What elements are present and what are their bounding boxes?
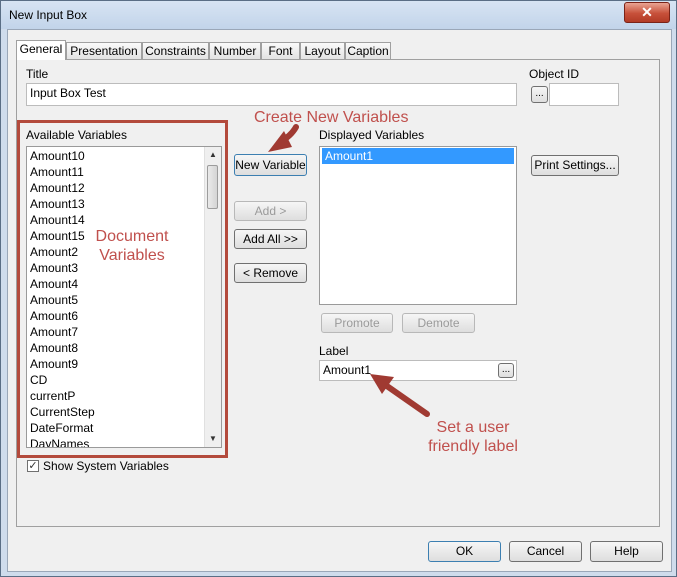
label-input[interactable]: Amount1 xyxy=(319,360,517,381)
ok-button[interactable]: OK xyxy=(428,541,501,562)
scroll-up-icon[interactable]: ▲ xyxy=(205,147,221,163)
displayed-variables-label: Displayed Variables xyxy=(319,128,425,142)
close-button[interactable]: ✕ xyxy=(624,2,670,23)
title-label: Title xyxy=(26,67,49,81)
available-variable-item[interactable]: DayNames xyxy=(27,436,221,447)
available-variables-label: Available Variables xyxy=(26,128,127,142)
available-variable-item[interactable]: Amount11 xyxy=(27,164,221,180)
show-system-variables-label: Show System Variables xyxy=(43,459,169,473)
title-bar[interactable]: New Input Box ✕ xyxy=(1,1,676,29)
close-icon: ✕ xyxy=(641,4,653,20)
new-variable-button[interactable]: New Variable xyxy=(234,154,307,176)
available-variable-item[interactable]: Amount6 xyxy=(27,308,221,324)
available-variables-list[interactable]: Amount10 Amount11 Amount12 Amount13 Amount14… xyxy=(26,146,222,448)
demote-button[interactable]: Demote xyxy=(402,313,475,333)
window-title: New Input Box xyxy=(9,8,88,22)
label-caption: Label xyxy=(319,344,349,358)
object-id-label: Object ID xyxy=(529,67,580,81)
tab-layout[interactable]: Layout xyxy=(300,42,345,59)
remove-button[interactable]: < Remove xyxy=(234,263,307,283)
promote-button[interactable]: Promote xyxy=(321,313,393,333)
tab-presentation[interactable]: Presentation xyxy=(66,42,142,59)
available-variable-item[interactable]: Amount8 xyxy=(27,340,221,356)
available-variable-item[interactable]: CD xyxy=(27,372,221,388)
available-variable-item[interactable]: CurrentStep xyxy=(27,404,221,420)
available-list-scrollbar[interactable]: ▲ ▼ xyxy=(204,147,221,447)
general-tab-panel: Title Input Box Test Object ID ... Avail… xyxy=(16,59,660,527)
displayed-variable-item[interactable]: Amount1 xyxy=(322,148,514,164)
show-system-variables-checkbox[interactable]: ✓ xyxy=(27,460,39,472)
add-all-button[interactable]: Add All >> xyxy=(234,229,307,249)
print-settings-button[interactable]: Print Settings... xyxy=(531,155,619,176)
tab-caption[interactable]: Caption xyxy=(345,42,391,59)
available-variable-item[interactable]: currentP xyxy=(27,388,221,404)
title-input[interactable]: Input Box Test xyxy=(26,83,517,106)
scroll-down-icon[interactable]: ▼ xyxy=(205,431,221,447)
displayed-variables-list[interactable]: Amount1 xyxy=(319,146,517,305)
create-new-variables-annotation: Create New Variables xyxy=(254,109,409,126)
available-variable-item[interactable]: DateFormat xyxy=(27,420,221,436)
available-variable-item[interactable]: Amount13 xyxy=(27,196,221,212)
object-id-input[interactable] xyxy=(549,83,619,106)
document-variables-annotation: Document Variables xyxy=(95,228,169,264)
dialog-window: New Input Box ✕ General Presentation Con… xyxy=(0,0,677,577)
add-button[interactable]: Add > xyxy=(234,201,307,221)
available-variable-item[interactable]: Amount7 xyxy=(27,324,221,340)
user-friendly-label-annotation: Set a user friendly label xyxy=(428,419,518,455)
available-variable-item[interactable]: Amount14 xyxy=(27,212,221,228)
help-button[interactable]: Help xyxy=(590,541,663,562)
available-variable-item[interactable]: Amount9 xyxy=(27,356,221,372)
object-id-browse-button[interactable]: ... xyxy=(531,86,548,103)
tab-font[interactable]: Font xyxy=(261,42,300,59)
available-variable-item[interactable]: Amount10 xyxy=(27,148,221,164)
tab-general[interactable]: General xyxy=(16,40,66,60)
cancel-button[interactable]: Cancel xyxy=(509,541,582,562)
tab-number[interactable]: Number xyxy=(209,42,261,59)
label-browse-button[interactable]: ... xyxy=(498,363,514,378)
available-variable-item[interactable]: Amount4 xyxy=(27,276,221,292)
tab-constraints[interactable]: Constraints xyxy=(142,42,209,59)
scroll-thumb[interactable] xyxy=(207,165,218,209)
available-variable-item[interactable]: Amount5 xyxy=(27,292,221,308)
available-variable-item[interactable]: Amount12 xyxy=(27,180,221,196)
check-icon: ✓ xyxy=(28,460,38,472)
